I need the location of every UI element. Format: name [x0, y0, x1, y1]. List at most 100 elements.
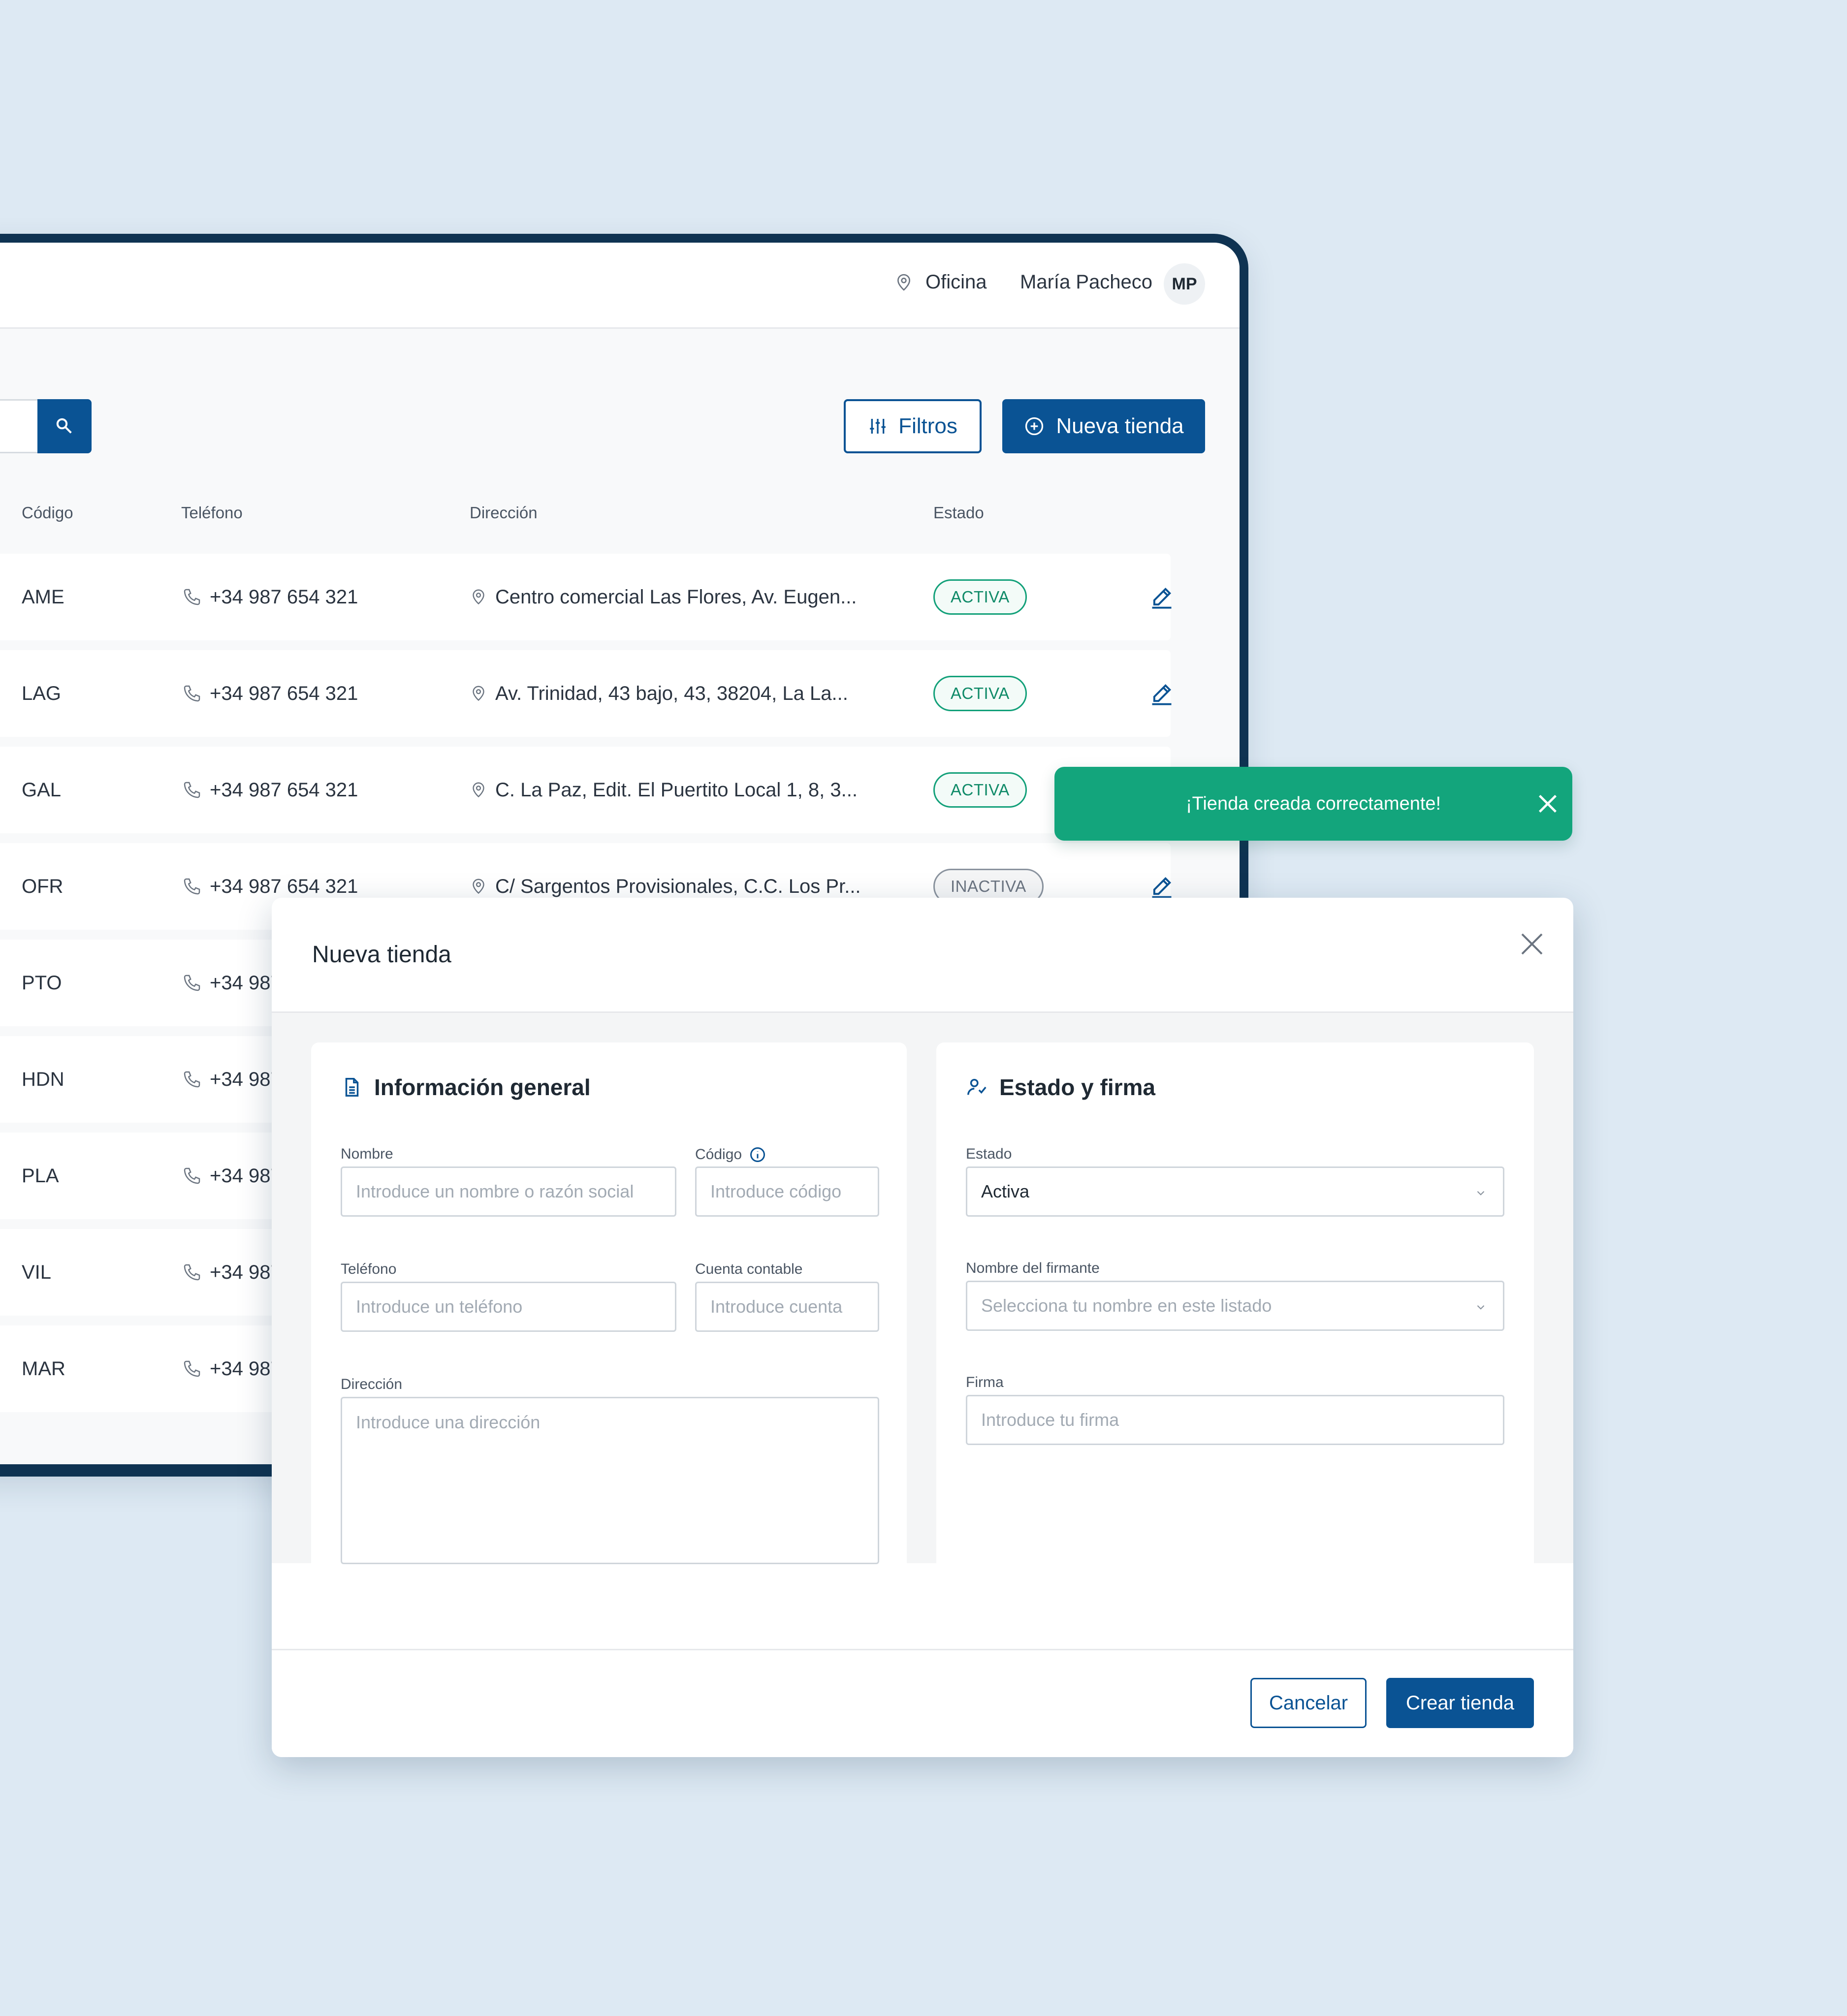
- store-code: LAG: [22, 682, 62, 704]
- phone-icon: [184, 1360, 200, 1377]
- table-row[interactable]: AME +34 987 654 321 Centro comercial Las F…: [0, 554, 1172, 640]
- location-pin-icon: [473, 589, 484, 605]
- store-address: Centro comercial Las Flores, Av. Eugen..…: [470, 554, 857, 640]
- account-label: Cuenta contable: [695, 1261, 803, 1277]
- phone-icon: [184, 685, 200, 702]
- store-phone-text: +34 987: [210, 1357, 282, 1380]
- chevron-down-icon: [1477, 1191, 1485, 1196]
- code-label-text: Código: [695, 1146, 742, 1163]
- store-phone-text: +34 987 654 321: [210, 875, 358, 897]
- status-sign-title: Estado y firma: [966, 1074, 1155, 1101]
- store-phone-text: +34 987: [210, 1261, 282, 1283]
- office-label: Oficina: [925, 271, 987, 293]
- modal-title: Nueva tienda: [312, 942, 451, 968]
- info-icon[interactable]: [749, 1146, 766, 1164]
- avatar[interactable]: MP: [1164, 263, 1205, 305]
- store-phone-text: +34 987: [210, 972, 282, 994]
- modal-footer: Cancelar Crear tienda: [272, 1649, 1573, 1757]
- store-code: MAR: [22, 1357, 65, 1380]
- table-row[interactable]: LAG +34 987 654 321 Av. Trinidad, 43 bajo,…: [0, 650, 1172, 737]
- new-store-modal: Nueva tienda Información general Nombre …: [272, 898, 1573, 1757]
- office-selector[interactable]: Oficina: [894, 271, 987, 293]
- name-label: Nombre: [341, 1146, 393, 1162]
- store-code: VIL: [22, 1261, 52, 1283]
- store-phone: +34 987 654 321: [182, 650, 358, 737]
- code-label: Código: [695, 1146, 766, 1164]
- new-store-button[interactable]: Nueva tienda: [1002, 399, 1205, 453]
- store-address-text: Av. Trinidad, 43 bajo, 43, 38204, La La.…: [495, 682, 848, 704]
- search-input[interactable]: [0, 399, 38, 453]
- store-phone-text: +34 987 654 321: [210, 586, 358, 608]
- store-code: AME: [22, 586, 64, 608]
- store-phone-text: +34 987 654 321: [210, 682, 358, 704]
- status-badge: ACTIVA: [933, 676, 1027, 711]
- phone-icon: [184, 589, 200, 605]
- edit-icon[interactable]: [1149, 681, 1175, 706]
- search-button[interactable]: [37, 399, 92, 453]
- general-info-panel: Información general Nombre Introduce un …: [311, 1042, 907, 1618]
- store-address-text: C/ Sargentos Provisionales, C.C. Los Pr.…: [495, 875, 861, 897]
- store-phone-text: +34 987: [210, 1165, 282, 1187]
- phone-icon: [184, 1167, 200, 1184]
- table-row[interactable]: GAL +34 987 654 321 C. La Paz, Edit. El Pu…: [0, 747, 1171, 833]
- success-toast: ¡Tienda creada correctamente!: [1054, 767, 1572, 841]
- code-input[interactable]: Introduce código: [695, 1166, 879, 1217]
- user-name[interactable]: María Pacheco: [1020, 271, 1152, 293]
- status-sign-title-text: Estado y firma: [999, 1074, 1155, 1100]
- store-address: Av. Trinidad, 43 bajo, 43, 38204, La La.…: [470, 650, 848, 737]
- phone-icon: [184, 975, 200, 991]
- account-input[interactable]: Introduce cuenta: [695, 1282, 879, 1332]
- signer-select[interactable]: Selecciona tu nombre en este listado: [966, 1281, 1504, 1331]
- location-pin-icon: [473, 879, 484, 894]
- edit-icon[interactable]: [1149, 874, 1175, 899]
- close-icon[interactable]: [1534, 790, 1561, 818]
- status-badge: ACTIVA: [933, 579, 1027, 615]
- phone-icon: [184, 782, 200, 798]
- status-select-value: Activa: [981, 1181, 1030, 1201]
- column-header-status[interactable]: Estado: [933, 504, 984, 522]
- filters-label: Filtros: [898, 414, 957, 438]
- new-store-label: Nueva tienda: [1056, 414, 1184, 438]
- phone-input[interactable]: Introduce un teléfono: [341, 1282, 676, 1332]
- user-check-icon: [967, 1078, 987, 1095]
- status-label: Estado: [966, 1146, 1012, 1162]
- phone-label: Teléfono: [341, 1261, 397, 1277]
- store-code: HDN: [22, 1068, 64, 1090]
- location-pin-icon: [473, 686, 484, 701]
- status-select[interactable]: Activa: [966, 1166, 1504, 1217]
- name-input[interactable]: Introduce un nombre o razón social: [341, 1166, 676, 1217]
- store-phone-text: +34 987: [210, 1068, 282, 1090]
- search-icon: [56, 418, 72, 434]
- location-pin-icon: [473, 782, 484, 798]
- store-code: OFR: [22, 875, 64, 897]
- store-phone: +34 987: [182, 1036, 282, 1123]
- modal-body: Información general Nombre Introduce un …: [272, 1013, 1573, 1618]
- signature-label: Firma: [966, 1374, 1004, 1390]
- toast-message: ¡Tienda creada correctamente!: [1185, 793, 1441, 814]
- store-code: PLA: [22, 1165, 59, 1187]
- address-label: Dirección: [341, 1376, 403, 1392]
- column-header-code[interactable]: Código: [22, 504, 73, 522]
- cancel-button[interactable]: Cancelar: [1250, 1678, 1367, 1728]
- store-address-text: Centro comercial Las Flores, Av. Eugen..…: [495, 586, 857, 608]
- store-phone: +34 987: [182, 1229, 282, 1316]
- column-header-address[interactable]: Dirección: [470, 504, 538, 522]
- store-phone: +34 987: [182, 1133, 282, 1219]
- signature-input[interactable]: Introduce tu firma: [966, 1395, 1504, 1445]
- signer-select-placeholder: Selecciona tu nombre en este listado: [981, 1295, 1272, 1316]
- signer-label: Nombre del firmante: [966, 1260, 1100, 1276]
- status-badge: ACTIVA: [933, 772, 1027, 808]
- create-store-button[interactable]: Crear tienda: [1386, 1678, 1534, 1728]
- location-pin-icon: [897, 274, 911, 291]
- sliders-icon: [870, 419, 886, 434]
- store-phone: +34 987 654 321: [182, 747, 358, 833]
- column-header-phone[interactable]: Teléfono: [181, 504, 243, 522]
- store-code: PTO: [22, 972, 62, 994]
- phone-icon: [184, 878, 200, 895]
- general-info-title: Información general: [341, 1074, 591, 1101]
- chevron-down-icon: [1477, 1305, 1485, 1310]
- edit-icon[interactable]: [1149, 584, 1175, 610]
- close-icon[interactable]: [1517, 929, 1547, 959]
- address-textarea[interactable]: Introduce una dirección: [341, 1397, 879, 1564]
- filters-button[interactable]: Filtros: [844, 399, 982, 453]
